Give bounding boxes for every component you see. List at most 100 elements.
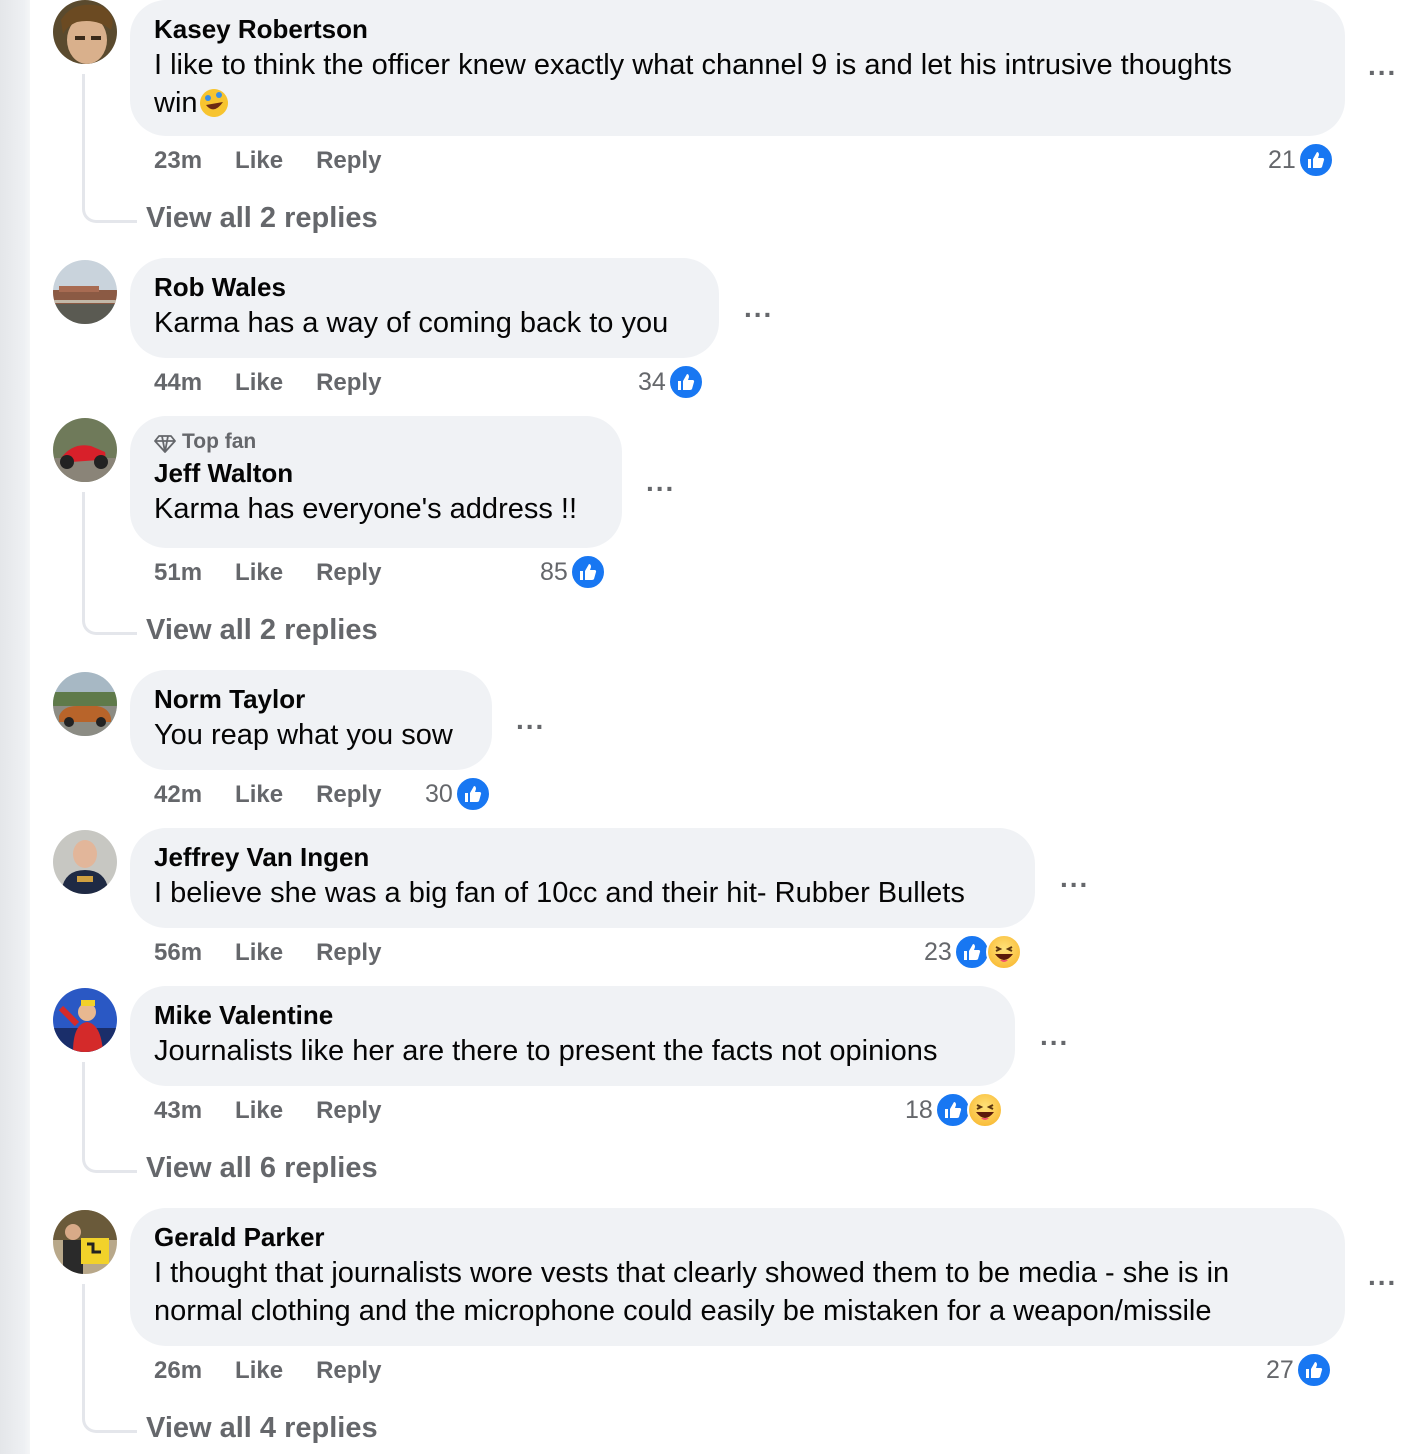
reply-button[interactable]: Reply	[316, 368, 381, 398]
comment-timestamp[interactable]: 26m	[154, 1356, 202, 1386]
comment-author[interactable]: Norm Taylor	[154, 682, 468, 716]
comment-text-line-with-emoji: win	[154, 84, 1321, 122]
comment-actions: 43m Like Reply	[154, 1096, 414, 1126]
reaction-summary[interactable]: 30	[425, 776, 491, 812]
more-options-button[interactable]: ...	[516, 706, 545, 734]
reaction-summary[interactable]: 34	[638, 364, 704, 400]
like-reaction-icon	[934, 1092, 971, 1128]
like-button[interactable]: Like	[235, 368, 283, 398]
comment-author[interactable]: Jeff Walton	[154, 456, 598, 490]
like-reaction-icon	[667, 364, 704, 400]
reaction-count: 30	[425, 780, 453, 808]
comment-author[interactable]: Jeffrey Van Ingen	[154, 840, 1011, 874]
comment-text-line: I believe she was a big fan of 10cc and …	[154, 877, 965, 909]
like-reaction-icon	[1295, 1352, 1332, 1388]
more-options-button[interactable]: ...	[1060, 864, 1089, 892]
diamond-icon	[154, 433, 176, 453]
top-fan-badge: Top fan	[154, 428, 598, 456]
avatar[interactable]	[53, 418, 117, 482]
reaction-summary[interactable]: 18	[905, 1092, 1003, 1128]
reply-button[interactable]: Reply	[316, 146, 381, 176]
reaction-count: 34	[638, 368, 666, 396]
comment-text-line: win	[154, 87, 198, 119]
comment-text-line: normal clothing and the microphone could…	[154, 1295, 1212, 1327]
reply-button[interactable]: Reply	[316, 1356, 381, 1386]
badge-label: Top fan	[182, 430, 257, 453]
reply-thread-line	[82, 492, 137, 635]
haha-reaction-icon	[966, 1092, 1003, 1128]
comment-actions: 56m Like Reply	[154, 938, 414, 968]
comment-timestamp[interactable]: 42m	[154, 780, 202, 810]
comment-actions: 23m Like Reply	[154, 146, 414, 176]
like-button[interactable]: Like	[235, 1356, 283, 1386]
more-options-button[interactable]: ...	[1368, 1262, 1397, 1290]
comment-text-line: I thought that journalists wore vests th…	[154, 1257, 1230, 1289]
comment-author[interactable]: Rob Wales	[154, 270, 695, 304]
comment-author[interactable]: Kasey Robertson	[154, 12, 1321, 46]
reaction-count: 21	[1268, 146, 1296, 174]
reaction-count: 18	[905, 1096, 933, 1124]
comment-text-line: Journalists like her are there to presen…	[154, 1035, 938, 1067]
comment-text-line: You reap what you sow	[154, 719, 453, 751]
reply-button[interactable]: Reply	[316, 558, 381, 588]
comment-actions: 26m Like Reply	[154, 1356, 414, 1386]
rolling-on-floor-laughing-emoji	[198, 87, 230, 119]
reply-button[interactable]: Reply	[316, 780, 381, 810]
reply-button[interactable]: Reply	[316, 1096, 381, 1126]
avatar[interactable]	[53, 260, 117, 324]
like-button[interactable]: Like	[235, 1096, 283, 1126]
comment-bubble: Norm Taylor You reap what you sow	[130, 670, 492, 770]
like-reaction-icon	[953, 934, 990, 970]
more-options-button[interactable]: ...	[1368, 52, 1397, 80]
reaction-summary[interactable]: 85	[540, 554, 606, 590]
comment-bubble: Top fan Jeff Walton Karma has everyone's…	[130, 416, 622, 548]
haha-reaction-icon	[985, 934, 1022, 970]
comment-timestamp[interactable]: 56m	[154, 938, 202, 968]
more-options-button[interactable]: ...	[646, 468, 675, 496]
like-button[interactable]: Like	[235, 938, 283, 968]
view-replies-link[interactable]: View all 6 replies	[146, 1150, 378, 1186]
comment-bubble: Gerald Parker I thought that journalists…	[130, 1208, 1345, 1346]
avatar[interactable]	[53, 0, 117, 64]
comment-text-line: I like to think the officer knew exactly…	[154, 49, 1232, 81]
like-reaction-icon	[569, 554, 606, 590]
more-options-button[interactable]: ...	[1040, 1022, 1069, 1050]
reaction-count: 27	[1266, 1356, 1294, 1384]
comment-bubble: Jeffrey Van Ingen I believe she was a bi…	[130, 828, 1035, 928]
more-options-button[interactable]: ...	[744, 294, 773, 322]
reaction-summary[interactable]: 23	[924, 934, 1022, 970]
comment-timestamp[interactable]: 43m	[154, 1096, 202, 1126]
like-reaction-icon	[1297, 142, 1334, 178]
view-replies-link[interactable]: View all 4 replies	[146, 1410, 378, 1446]
like-button[interactable]: Like	[235, 780, 283, 810]
like-reaction-icon	[454, 776, 491, 812]
avatar[interactable]	[53, 1210, 117, 1274]
comment-actions: 51m Like Reply	[154, 558, 414, 588]
comment-author[interactable]: Gerald Parker	[154, 1220, 1321, 1254]
comment-timestamp[interactable]: 23m	[154, 146, 202, 176]
reaction-count: 85	[540, 558, 568, 586]
comment-text-line: Karma has a way of coming back to you	[154, 307, 669, 339]
comment-timestamp[interactable]: 44m	[154, 368, 202, 398]
reply-button[interactable]: Reply	[316, 938, 381, 968]
reaction-count: 23	[924, 938, 952, 966]
reply-thread-line	[82, 1062, 137, 1173]
avatar[interactable]	[53, 672, 117, 736]
avatar[interactable]	[53, 988, 117, 1052]
avatar[interactable]	[53, 830, 117, 894]
reply-thread-line	[82, 1284, 137, 1433]
comment-author[interactable]: Mike Valentine	[154, 998, 991, 1032]
like-button[interactable]: Like	[235, 558, 283, 588]
comment-timestamp[interactable]: 51m	[154, 558, 202, 588]
comment-bubble: Rob Wales Karma has a way of coming back…	[130, 258, 719, 358]
comment-text-line: Karma has everyone's address !!	[154, 493, 578, 525]
left-page-rail	[0, 0, 30, 1454]
reaction-summary[interactable]: 27	[1266, 1352, 1332, 1388]
view-replies-link[interactable]: View all 2 replies	[146, 612, 378, 648]
view-replies-link[interactable]: View all 2 replies	[146, 200, 378, 236]
like-button[interactable]: Like	[235, 146, 283, 176]
reply-thread-line	[82, 74, 137, 223]
reaction-summary[interactable]: 21	[1268, 142, 1334, 178]
comment-bubble: Kasey Robertson I like to think the offi…	[130, 0, 1345, 136]
comment-actions: 42m Like Reply	[154, 780, 414, 810]
